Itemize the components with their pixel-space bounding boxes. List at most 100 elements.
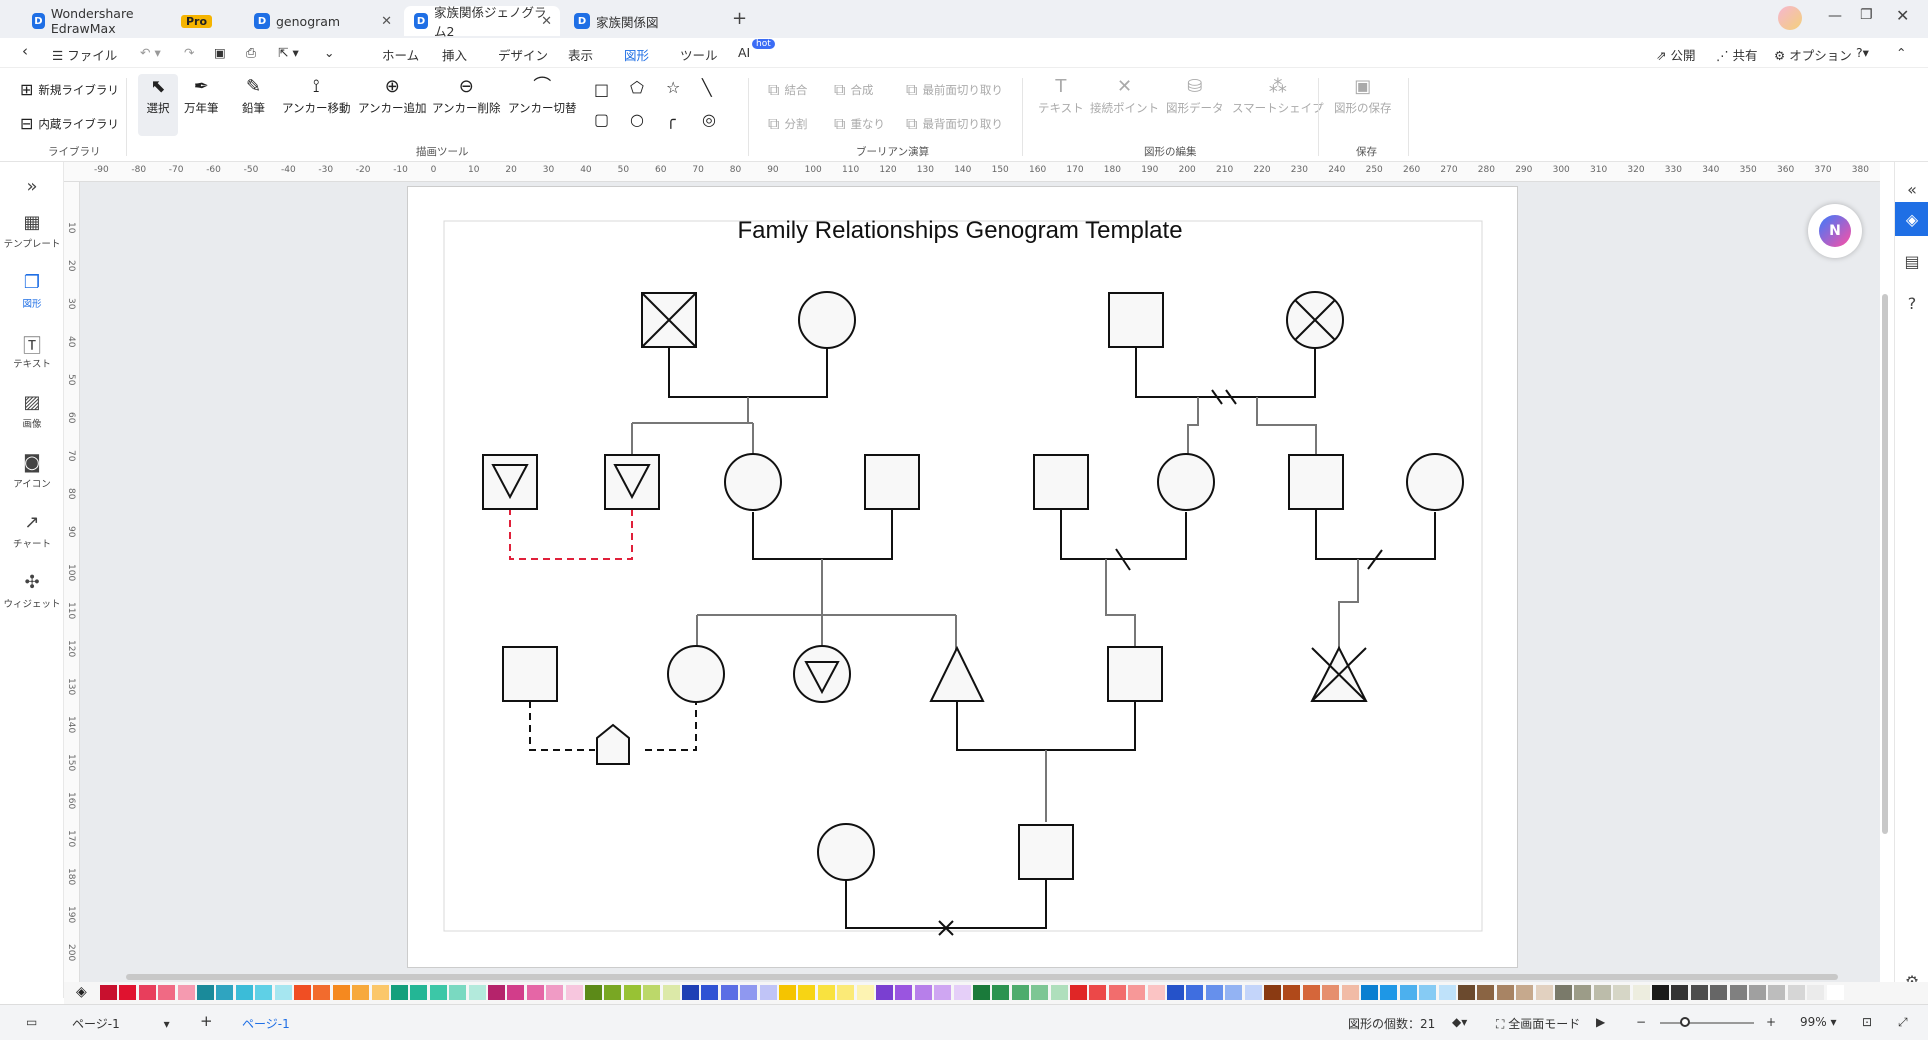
color-swatch[interactable] — [953, 985, 971, 1000]
ai-assistant-button[interactable]: N — [1808, 204, 1862, 258]
color-swatch[interactable] — [1613, 985, 1631, 1000]
color-swatch[interactable] — [720, 985, 738, 1000]
color-swatch[interactable] — [216, 985, 234, 1000]
color-swatch[interactable] — [1264, 985, 1281, 1000]
color-swatch[interactable] — [1380, 985, 1398, 1000]
layers-icon[interactable]: ◆▾ — [1452, 1015, 1467, 1029]
female[interactable] — [724, 453, 782, 511]
color-swatch[interactable] — [623, 985, 641, 1000]
fit-page-icon[interactable]: ⊡ — [1862, 1015, 1872, 1029]
fit-width-icon[interactable]: ⤢ — [1898, 1015, 1908, 1030]
play-icon[interactable]: ▶ — [1596, 1015, 1605, 1029]
color-swatch[interactable] — [1399, 985, 1417, 1000]
color-swatch[interactable] — [643, 985, 661, 1000]
color-swatch[interactable] — [1787, 985, 1805, 1000]
zoom-slider-handle[interactable] — [1680, 1017, 1690, 1027]
help-panel-icon[interactable]: ? — [1895, 286, 1928, 320]
color-swatch[interactable] — [1574, 985, 1592, 1000]
zoom-in-icon[interactable]: + — [1766, 1015, 1776, 1029]
color-swatch[interactable] — [759, 985, 777, 1000]
color-swatch[interactable] — [1729, 985, 1747, 1000]
color-swatch[interactable] — [274, 985, 292, 1000]
color-swatch[interactable] — [1011, 985, 1029, 1000]
color-swatch[interactable] — [1768, 985, 1786, 1000]
color-swatch[interactable] — [100, 985, 117, 1000]
color-swatch[interactable] — [1438, 985, 1456, 1000]
color-swatch[interactable] — [1749, 985, 1766, 1000]
color-swatch[interactable] — [798, 985, 816, 1000]
color-swatch[interactable] — [255, 985, 273, 1000]
color-swatch[interactable] — [177, 985, 195, 1000]
color-swatch[interactable] — [1593, 985, 1611, 1000]
page-list-icon[interactable]: ▭ — [26, 1015, 37, 1029]
color-swatch[interactable] — [1128, 985, 1146, 1000]
color-swatch[interactable] — [565, 985, 583, 1000]
color-swatch[interactable] — [1089, 985, 1107, 1000]
color-swatch[interactable] — [914, 985, 932, 1000]
twin-male-triangle[interactable] — [604, 454, 660, 510]
color-swatch[interactable] — [197, 985, 214, 1000]
color-swatch[interactable] — [1302, 985, 1320, 1000]
color-swatch[interactable] — [1632, 985, 1650, 1000]
color-swatch[interactable] — [585, 985, 602, 1000]
color-swatch[interactable] — [1477, 985, 1495, 1000]
color-swatch[interactable] — [973, 985, 990, 1000]
color-swatch[interactable] — [1147, 985, 1165, 1000]
color-swatch[interactable] — [429, 985, 447, 1000]
color-swatch[interactable] — [468, 985, 486, 1000]
male[interactable] — [1107, 646, 1163, 702]
page-tab[interactable]: ページ-1 — [242, 1015, 290, 1032]
female[interactable] — [1406, 453, 1464, 511]
female-triangle[interactable] — [793, 645, 851, 703]
deceased-male[interactable] — [641, 292, 697, 348]
color-swatch[interactable] — [1419, 985, 1437, 1000]
add-page-icon[interactable]: + — [200, 1012, 213, 1030]
color-swatch[interactable] — [701, 985, 719, 1000]
deceased-female[interactable] — [1286, 291, 1344, 349]
color-swatch[interactable] — [449, 985, 467, 1000]
color-swatch[interactable] — [1496, 985, 1514, 1000]
color-swatch[interactable] — [1555, 985, 1572, 1000]
male[interactable] — [1033, 454, 1089, 510]
color-swatch[interactable] — [779, 985, 796, 1000]
fill-bucket-icon[interactable]: ◈ — [76, 984, 87, 1000]
color-swatch[interactable] — [1031, 985, 1049, 1000]
zoom-out-icon[interactable]: − — [1636, 1015, 1646, 1029]
style-panel-icon[interactable]: ◈ — [1895, 202, 1928, 236]
female[interactable] — [798, 291, 856, 349]
color-swatch[interactable] — [1244, 985, 1262, 1000]
color-swatch[interactable] — [1070, 985, 1087, 1000]
color-swatch[interactable] — [138, 985, 156, 1000]
color-swatch[interactable] — [371, 985, 389, 1000]
color-swatch[interactable] — [934, 985, 952, 1000]
color-swatch[interactable] — [1652, 985, 1669, 1000]
color-swatch[interactable] — [1710, 985, 1728, 1000]
color-swatch[interactable] — [895, 985, 913, 1000]
female[interactable] — [1157, 453, 1215, 511]
color-swatch[interactable] — [158, 985, 176, 1000]
color-swatch[interactable] — [410, 985, 428, 1000]
male[interactable] — [1288, 454, 1344, 510]
zoom-slider[interactable] — [1660, 1022, 1754, 1024]
page-panel-icon[interactable]: ▤ — [1895, 244, 1928, 278]
page-select[interactable]: ページ-1 ▾ — [72, 1015, 170, 1032]
color-swatch[interactable] — [876, 985, 893, 1000]
color-swatch[interactable] — [817, 985, 835, 1000]
color-swatch[interactable] — [682, 985, 699, 1000]
color-swatch[interactable] — [119, 985, 137, 1000]
color-swatch[interactable] — [604, 985, 622, 1000]
color-swatch[interactable] — [1186, 985, 1204, 1000]
color-swatch[interactable] — [837, 985, 855, 1000]
color-swatch[interactable] — [1458, 985, 1475, 1000]
color-swatch[interactable] — [856, 985, 874, 1000]
female[interactable] — [817, 823, 875, 881]
color-swatch[interactable] — [507, 985, 525, 1000]
twin-male-triangle[interactable] — [482, 454, 538, 510]
color-swatch[interactable] — [1826, 985, 1844, 1000]
zoom-level[interactable]: 99% ▾ — [1800, 1015, 1837, 1029]
color-swatch[interactable] — [740, 985, 758, 1000]
color-swatch[interactable] — [1225, 985, 1243, 1000]
color-swatch[interactable] — [1205, 985, 1223, 1000]
color-swatch[interactable] — [526, 985, 544, 1000]
color-swatch[interactable] — [488, 985, 505, 1000]
